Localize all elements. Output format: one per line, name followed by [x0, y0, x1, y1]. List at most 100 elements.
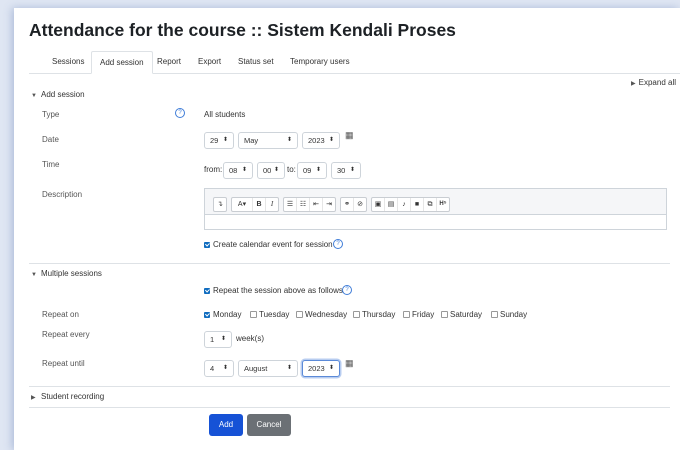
time-to-hour-select[interactable]: 09 ⬍: [297, 162, 327, 179]
calendar-icon[interactable]: ▦: [345, 358, 354, 369]
add-button[interactable]: Add: [209, 414, 243, 436]
day-friday[interactable]: Friday: [403, 310, 434, 319]
repeat-checkbox[interactable]: Repeat the session above as follows: [204, 286, 343, 295]
description-textarea[interactable]: [205, 214, 666, 229]
ordered-list-icon[interactable]: ☷: [297, 198, 310, 211]
repeat-until-year-value: 2023: [308, 364, 325, 373]
chevron-right-icon: ▶: [631, 81, 636, 87]
day-wednesday[interactable]: Wednesday: [296, 310, 347, 319]
date-day-value: 29: [210, 136, 219, 145]
date-month-select[interactable]: May ⬍: [238, 132, 298, 149]
type-label: Type: [42, 110, 60, 119]
tab-status-set[interactable]: Status set: [230, 51, 282, 72]
text-style-icon[interactable]: A▾: [232, 198, 253, 211]
video-icon[interactable]: ■: [411, 198, 424, 211]
cancel-button[interactable]: Cancel: [247, 414, 291, 436]
tab-bar: Sessions Add session Report Export Statu…: [29, 51, 680, 74]
updown-icon: ⬍: [241, 167, 247, 173]
repeat-until-label: Repeat until: [42, 359, 85, 368]
date-year-value: 2023: [308, 136, 325, 145]
day-sunday[interactable]: Sunday: [491, 310, 527, 319]
repeat-label: Repeat the session above as follows: [213, 286, 343, 295]
checkbox-empty-icon: [296, 311, 303, 319]
media-icon[interactable]: ▤: [385, 198, 398, 211]
add-session-header-label: Add session: [41, 90, 85, 99]
repeat-until-month-select[interactable]: August ⬍: [238, 360, 298, 377]
date-day-select[interactable]: 29 ⬍: [204, 132, 234, 149]
tab-sessions[interactable]: Sessions: [44, 51, 92, 72]
checkbox-empty-icon: [353, 311, 360, 319]
multiple-sessions-header[interactable]: ▼ Multiple sessions: [31, 269, 102, 278]
unordered-list-icon[interactable]: ☰: [284, 198, 297, 211]
image-icon[interactable]: ▣: [372, 198, 385, 211]
tab-report[interactable]: Report: [149, 51, 189, 72]
day-thursday[interactable]: Thursday: [353, 310, 395, 319]
editor-group-2: A▾ B I: [231, 197, 279, 212]
time-from-label: from:: [204, 165, 223, 174]
day-label: Sunday: [500, 310, 528, 319]
time-to-minute-select[interactable]: 30 ⬍: [331, 162, 361, 179]
day-saturday[interactable]: Saturday: [441, 310, 482, 319]
checkbox-empty-icon: [403, 311, 410, 319]
type-value: All students: [204, 110, 246, 119]
help-icon[interactable]: ?: [333, 239, 343, 249]
tab-temporary-users[interactable]: Temporary users: [282, 51, 358, 72]
day-monday[interactable]: Monday: [204, 310, 241, 319]
updown-icon: ⬍: [328, 365, 334, 371]
repeat-until-day-select[interactable]: 4 ⬍: [204, 360, 234, 377]
add-session-header[interactable]: ▼ Add session: [31, 90, 85, 99]
date-month-value: May: [244, 136, 259, 145]
copy-icon[interactable]: ⧉: [424, 198, 437, 211]
checkbox-empty-icon: [491, 311, 498, 319]
italic-icon[interactable]: I: [266, 198, 278, 211]
tab-add-session[interactable]: Add session: [91, 51, 153, 74]
repeat-every-value: 1: [210, 335, 215, 344]
time-to-hour-value: 09: [303, 166, 312, 175]
editor-group-5: ▣ ▤ ♪ ■ ⧉ H⁵: [371, 197, 450, 212]
updown-icon: ⬍: [222, 137, 228, 143]
student-recording-header[interactable]: ▶ Student recording: [31, 392, 104, 401]
updown-icon: ⬍: [286, 365, 292, 371]
repeat-every-select[interactable]: 1 ⬍: [204, 331, 232, 348]
day-tuesday[interactable]: Tuesday: [250, 310, 289, 319]
attendance-page: Attendance for the course :: Sistem Kend…: [14, 8, 680, 450]
updown-icon: ⬍: [286, 137, 292, 143]
unlink-icon[interactable]: ⊘: [354, 198, 366, 211]
page-title: Attendance for the course :: Sistem Kend…: [29, 20, 456, 40]
repeat-every-unit: week(s): [236, 334, 265, 343]
collapse-icon[interactable]: ↴: [214, 198, 226, 211]
calendar-icon[interactable]: ▦: [345, 130, 354, 141]
help-icon[interactable]: ?: [342, 285, 352, 295]
h5p-icon[interactable]: H⁵: [437, 198, 449, 211]
bold-icon[interactable]: B: [253, 198, 266, 211]
indent-icon[interactable]: ⇥: [323, 198, 335, 211]
tab-export[interactable]: Export: [190, 51, 229, 72]
checkbox-empty-icon: [441, 311, 448, 319]
repeat-until-year-select[interactable]: 2023 ⬍: [302, 360, 340, 377]
updown-icon: ⬍: [222, 365, 228, 371]
divider: [29, 407, 670, 408]
time-to-label: to:: [287, 165, 296, 174]
expand-all-label: Expand all: [638, 78, 676, 87]
time-from-minute-value: 00: [263, 166, 272, 175]
calendar-event-checkbox[interactable]: Create calendar event for session: [204, 240, 333, 249]
expand-all-link[interactable]: ▶ Expand all: [631, 78, 676, 87]
date-year-select[interactable]: 2023 ⬍: [302, 132, 340, 149]
updown-icon: ⬍: [273, 167, 279, 173]
updown-icon: ⬍: [220, 336, 226, 342]
time-from-hour-select[interactable]: 08 ⬍: [223, 162, 253, 179]
calendar-event-label: Create calendar event for session: [213, 240, 333, 249]
repeat-every-label: Repeat every: [42, 330, 90, 339]
microphone-icon[interactable]: ♪: [398, 198, 411, 211]
time-to-minute-value: 30: [337, 166, 346, 175]
link-icon[interactable]: ⚭: [341, 198, 354, 211]
day-label: Tuesday: [259, 310, 290, 319]
chevron-right-icon: ▶: [31, 395, 36, 401]
outdent-icon[interactable]: ⇤: [310, 198, 323, 211]
time-from-minute-select[interactable]: 00 ⬍: [257, 162, 285, 179]
time-from-hour-value: 08: [229, 166, 238, 175]
divider: [29, 386, 670, 387]
help-icon[interactable]: ?: [175, 108, 185, 118]
date-label: Date: [42, 135, 59, 144]
repeat-on-label: Repeat on: [42, 310, 79, 319]
